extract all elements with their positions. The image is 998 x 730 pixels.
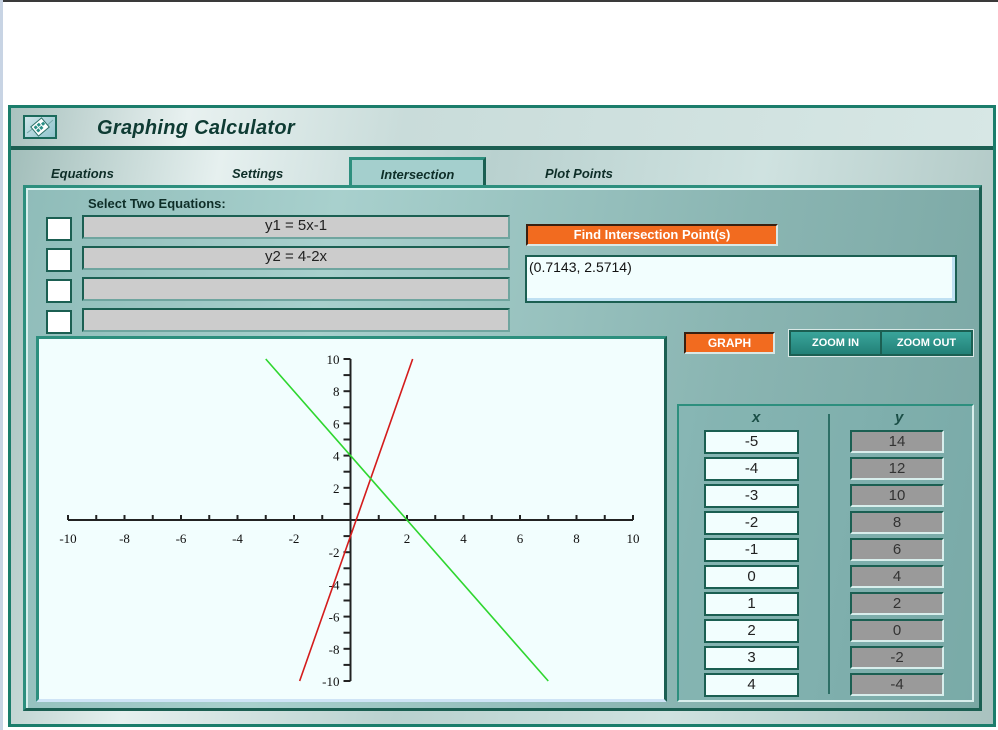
- y-value-cell: -2: [850, 646, 944, 669]
- x-tick-label: 6: [517, 531, 524, 546]
- app-body: Graphing Calculator Equations Settings I…: [11, 108, 993, 724]
- y-value-cell: 8: [850, 511, 944, 534]
- equation-field[interactable]: y1 = 5x-1: [82, 215, 510, 239]
- equation-checkbox[interactable]: [46, 310, 72, 334]
- x-tick-label: 2: [404, 531, 411, 546]
- tab-settings[interactable]: Settings: [232, 166, 283, 181]
- select-equations-label: Select Two Equations:: [88, 196, 226, 211]
- x-value-cell[interactable]: 2: [704, 619, 799, 643]
- equation-checkbox[interactable]: [46, 248, 72, 272]
- title-bar: Graphing Calculator: [11, 108, 993, 150]
- graph-button[interactable]: GRAPH: [684, 332, 775, 354]
- app-title: Graphing Calculator: [97, 117, 295, 139]
- y-value-cell: 10: [850, 484, 944, 507]
- x-value-cell[interactable]: -5: [704, 430, 799, 454]
- y-tick-label: -6: [329, 610, 340, 625]
- x-tick-label: 10: [627, 531, 640, 546]
- x-value-cell[interactable]: 1: [704, 592, 799, 616]
- y-tick-label: 10: [327, 352, 340, 367]
- intersection-result: (0.7143, 2.5714): [525, 255, 957, 303]
- tab-bar: Equations Settings Intersection Plot Poi…: [11, 150, 993, 187]
- y-tick-label: -4: [329, 577, 340, 592]
- intersection-panel: Select Two Equations: y1 = 5x-1 y2 = 4-2…: [23, 185, 982, 711]
- tab-equations[interactable]: Equations: [51, 166, 114, 181]
- equation-field[interactable]: y2 = 4-2x: [82, 246, 510, 270]
- graph-area: -10 -8 -6 -4 -2 2 4 6 8 10 10 8 6 4 2 -2 -4 -6 -8 -10: [36, 336, 667, 702]
- x-column-header: x: [752, 409, 761, 426]
- zoom-in-button[interactable]: ZOOM IN: [791, 332, 880, 354]
- find-intersection-button[interactable]: Find Intersection Point(s): [526, 224, 778, 246]
- y-tick-label: 8: [333, 384, 340, 399]
- y-value-cell: 2: [850, 592, 944, 615]
- x-tick-label: -6: [176, 531, 187, 546]
- values-table: x y -5 -4 -3 -2 -1 0 1 2 3 4 14 12 10 8 6 4 2 0 -2 -4: [677, 404, 974, 702]
- equation-row: [46, 308, 516, 334]
- column-divider: [828, 414, 830, 694]
- x-value-cell[interactable]: 0: [704, 565, 799, 589]
- y-tick-label: -10: [322, 674, 339, 689]
- y-tick-label: 4: [333, 449, 340, 464]
- y-tick-label: 6: [333, 416, 340, 431]
- equation-checkbox[interactable]: [46, 279, 72, 303]
- y-value-cell: 4: [850, 565, 944, 588]
- equation-checkbox[interactable]: [46, 217, 72, 241]
- y-value-cell: -4: [850, 673, 944, 696]
- equation-row: y1 = 5x-1: [46, 215, 516, 241]
- y-tick-label: -2: [329, 545, 340, 560]
- calculator-graph-icon: [23, 115, 57, 139]
- graphing-calculator-app: Graphing Calculator Equations Settings I…: [8, 105, 996, 727]
- x-tick-label: 8: [573, 531, 580, 546]
- graph-canvas: -10 -8 -6 -4 -2 2 4 6 8 10 10 8 6 4 2 -2 -4 -6 -8 -10: [59, 352, 640, 689]
- equation-row: [46, 277, 516, 303]
- tab-plot-points[interactable]: Plot Points: [545, 166, 613, 181]
- x-tick-label: -4: [232, 531, 243, 546]
- y-value-cell: 12: [850, 457, 944, 480]
- equation-field[interactable]: [82, 308, 510, 332]
- y-value-cell: 14: [850, 430, 944, 453]
- y-column-header: y: [895, 409, 904, 426]
- equation-row: y2 = 4-2x: [46, 246, 516, 272]
- screen-left-edge: [0, 0, 3, 730]
- x-tick-label: -10: [59, 531, 76, 546]
- zoom-controls: ZOOM IN ZOOM OUT: [788, 329, 974, 357]
- y-value-cell: 0: [850, 619, 944, 642]
- y-value-cell: 6: [850, 538, 944, 561]
- x-value-cell[interactable]: -3: [704, 484, 799, 508]
- x-tick-label: -8: [119, 531, 130, 546]
- x-value-cell[interactable]: 4: [704, 673, 799, 697]
- x-value-cell[interactable]: -1: [704, 538, 799, 562]
- y-tick-label: 2: [333, 481, 340, 496]
- x-tick-label: 4: [460, 531, 467, 546]
- x-value-cell[interactable]: 3: [704, 646, 799, 670]
- tab-intersection[interactable]: Intersection: [349, 157, 486, 187]
- screen-top-edge: [0, 0, 998, 2]
- zoom-out-button[interactable]: ZOOM OUT: [882, 332, 971, 354]
- y-tick-label: -8: [329, 642, 340, 657]
- x-tick-label: -2: [289, 531, 300, 546]
- equation-field[interactable]: [82, 277, 510, 301]
- x-value-cell[interactable]: -2: [704, 511, 799, 535]
- x-value-cell[interactable]: -4: [704, 457, 799, 481]
